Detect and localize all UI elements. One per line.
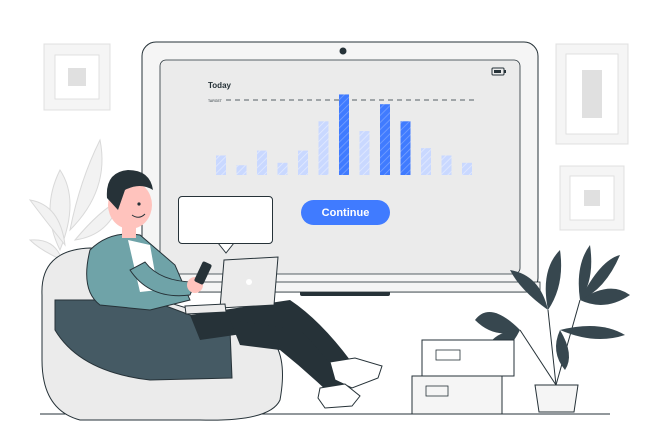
chart-bar (277, 162, 288, 175)
chart-bar (257, 150, 267, 175)
chart-bar (400, 121, 411, 175)
chart-bar (216, 155, 226, 175)
continue-button[interactable]: Continue (301, 200, 390, 225)
chart-bar (318, 121, 329, 175)
chart-bar (298, 150, 308, 175)
chart-bar (421, 148, 431, 175)
storage-boxes (411, 339, 515, 415)
camera-icon (339, 47, 347, 55)
wall-frame-right-tall (555, 43, 629, 145)
chart-bar (462, 162, 472, 175)
chart-bar (339, 94, 349, 175)
chart-bar (380, 104, 390, 175)
wall-frame-right-small (559, 165, 625, 231)
chart-bar (441, 155, 452, 175)
illustration-stage: TARGET Today Continue (0, 0, 666, 448)
wall-frame-left (43, 43, 111, 111)
chart-bar (236, 165, 247, 175)
target-line-label: TARGET (208, 99, 223, 103)
chart-title: Today (208, 81, 231, 90)
chart-bar (359, 131, 370, 175)
speech-bubble (178, 196, 273, 244)
